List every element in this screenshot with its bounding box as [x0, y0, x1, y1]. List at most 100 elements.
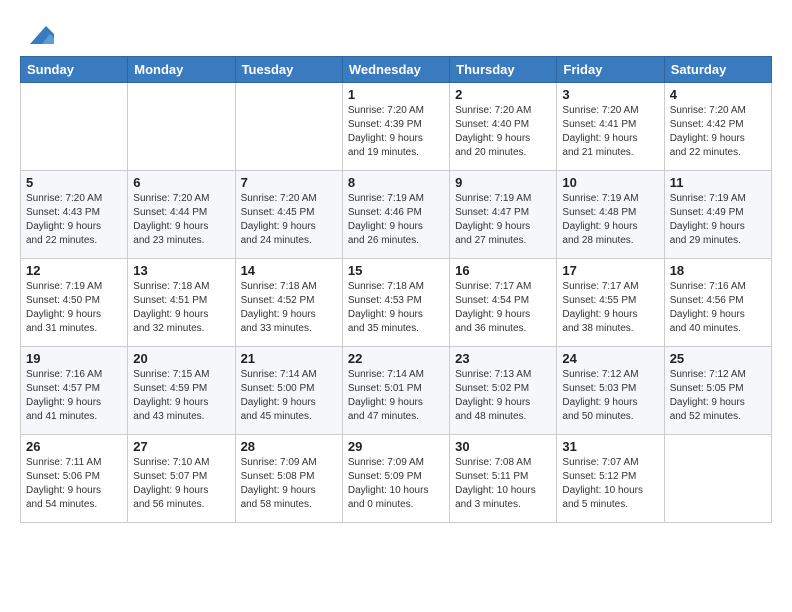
calendar-day-cell: 13 Sunrise: 7:18 AM Sunset: 4:51 PM Dayli…: [128, 259, 235, 347]
calendar-week-row: 1 Sunrise: 7:20 AM Sunset: 4:39 PM Daylig…: [21, 83, 772, 171]
day-info: Sunrise: 7:08 AM Sunset: 5:11 PM Dayligh…: [455, 456, 551, 512]
day-info: Sunrise: 7:20 AM Sunset: 4:45 PM Dayligh…: [241, 192, 337, 248]
day-info: Sunrise: 7:14 AM Sunset: 5:01 PM Dayligh…: [348, 368, 444, 424]
day-number: 22: [348, 351, 444, 366]
calendar-day-cell: 17Sunrise: 7:17 AM Sunset: 4:55 PM Dayli…: [557, 259, 664, 347]
day-number: 18: [670, 263, 766, 278]
day-number: 9: [455, 175, 551, 190]
day-info: Sunrise: 7:11 AM Sunset: 5:06 PM Dayligh…: [26, 456, 122, 512]
calendar-week-row: 26Sunrise: 7:11 AM Sunset: 5:06 PM Dayli…: [21, 435, 772, 523]
calendar-day-cell: 9 Sunrise: 7:19 AM Sunset: 4:47 PM Daylig…: [450, 171, 557, 259]
day-number: 20: [133, 351, 229, 366]
page: SundayMondayTuesdayWednesdayThursdayFrid…: [0, 0, 792, 539]
calendar-table: SundayMondayTuesdayWednesdayThursdayFrid…: [20, 56, 772, 523]
day-info: Sunrise: 7:20 AM Sunset: 4:39 PM Dayligh…: [348, 104, 444, 160]
calendar-day-cell: 22 Sunrise: 7:14 AM Sunset: 5:01 PM Dayli…: [342, 347, 449, 435]
day-info: Sunrise: 7:19 AM Sunset: 4:46 PM Dayligh…: [348, 192, 444, 248]
day-info: Sunrise: 7:17 AM Sunset: 4:54 PM Dayligh…: [455, 280, 551, 336]
day-info: Sunrise: 7:15 AM Sunset: 4:59 PM Dayligh…: [133, 368, 229, 424]
calendar-header-row: SundayMondayTuesdayWednesdayThursdayFrid…: [21, 57, 772, 83]
calendar-day-cell: 21 Sunrise: 7:14 AM Sunset: 5:00 PM Dayli…: [235, 347, 342, 435]
calendar-week-row: 19 Sunrise: 7:16 AM Sunset: 4:57 PM Dayli…: [21, 347, 772, 435]
day-number: 30: [455, 439, 551, 454]
day-info: Sunrise: 7:16 AM Sunset: 4:57 PM Dayligh…: [26, 368, 122, 424]
day-number: 7: [241, 175, 337, 190]
calendar-day-cell: 14 Sunrise: 7:18 AM Sunset: 4:52 PM Dayli…: [235, 259, 342, 347]
header: [20, 16, 772, 48]
day-number: 5: [26, 175, 122, 190]
calendar-day-cell: 30 Sunrise: 7:08 AM Sunset: 5:11 PM Dayli…: [450, 435, 557, 523]
day-number: 13: [133, 263, 229, 278]
calendar-day-cell: 31 Sunrise: 7:07 AM Sunset: 5:12 PM Dayli…: [557, 435, 664, 523]
day-number: 27: [133, 439, 229, 454]
calendar-day-cell: 26Sunrise: 7:11 AM Sunset: 5:06 PM Dayli…: [21, 435, 128, 523]
day-info: Sunrise: 7:20 AM Sunset: 4:44 PM Dayligh…: [133, 192, 229, 248]
day-info: Sunrise: 7:18 AM Sunset: 4:51 PM Dayligh…: [133, 280, 229, 336]
weekday-header: Sunday: [21, 57, 128, 83]
calendar-day-cell: 5 Sunrise: 7:20 AM Sunset: 4:43 PM Daylig…: [21, 171, 128, 259]
day-info: Sunrise: 7:20 AM Sunset: 4:41 PM Dayligh…: [562, 104, 658, 160]
day-number: 23: [455, 351, 551, 366]
day-info: Sunrise: 7:19 AM Sunset: 4:50 PM Dayligh…: [26, 280, 122, 336]
day-number: 28: [241, 439, 337, 454]
day-info: Sunrise: 7:18 AM Sunset: 4:52 PM Dayligh…: [241, 280, 337, 336]
day-number: 4: [670, 87, 766, 102]
calendar-day-cell: 20 Sunrise: 7:15 AM Sunset: 4:59 PM Dayli…: [128, 347, 235, 435]
calendar-day-cell: 11Sunrise: 7:19 AM Sunset: 4:49 PM Dayli…: [664, 171, 771, 259]
logo: [20, 16, 54, 48]
day-info: Sunrise: 7:13 AM Sunset: 5:02 PM Dayligh…: [455, 368, 551, 424]
calendar-day-cell: 12 Sunrise: 7:19 AM Sunset: 4:50 PM Dayli…: [21, 259, 128, 347]
weekday-header: Tuesday: [235, 57, 342, 83]
calendar-day-cell: 2 Sunrise: 7:20 AM Sunset: 4:40 PM Daylig…: [450, 83, 557, 171]
day-number: 11: [670, 175, 766, 190]
day-info: Sunrise: 7:10 AM Sunset: 5:07 PM Dayligh…: [133, 456, 229, 512]
calendar-day-cell: 28 Sunrise: 7:09 AM Sunset: 5:08 PM Dayli…: [235, 435, 342, 523]
day-number: 31: [562, 439, 658, 454]
calendar-day-cell: 29Sunrise: 7:09 AM Sunset: 5:09 PM Dayli…: [342, 435, 449, 523]
calendar-day-cell: [235, 83, 342, 171]
day-number: 1: [348, 87, 444, 102]
day-number: 17: [562, 263, 658, 278]
day-number: 19: [26, 351, 122, 366]
calendar-day-cell: 19 Sunrise: 7:16 AM Sunset: 4:57 PM Dayli…: [21, 347, 128, 435]
day-info: Sunrise: 7:19 AM Sunset: 4:47 PM Dayligh…: [455, 192, 551, 248]
calendar-day-cell: 10 Sunrise: 7:19 AM Sunset: 4:48 PM Dayli…: [557, 171, 664, 259]
day-number: 29: [348, 439, 444, 454]
day-number: 21: [241, 351, 337, 366]
calendar-day-cell: 3Sunrise: 7:20 AM Sunset: 4:41 PM Daylig…: [557, 83, 664, 171]
day-info: Sunrise: 7:07 AM Sunset: 5:12 PM Dayligh…: [562, 456, 658, 512]
day-info: Sunrise: 7:20 AM Sunset: 4:43 PM Dayligh…: [26, 192, 122, 248]
day-info: Sunrise: 7:12 AM Sunset: 5:05 PM Dayligh…: [670, 368, 766, 424]
day-number: 6: [133, 175, 229, 190]
calendar-day-cell: 6 Sunrise: 7:20 AM Sunset: 4:44 PM Daylig…: [128, 171, 235, 259]
calendar-day-cell: 8 Sunrise: 7:19 AM Sunset: 4:46 PM Daylig…: [342, 171, 449, 259]
day-info: Sunrise: 7:16 AM Sunset: 4:56 PM Dayligh…: [670, 280, 766, 336]
calendar-day-cell: 4 Sunrise: 7:20 AM Sunset: 4:42 PM Daylig…: [664, 83, 771, 171]
calendar-day-cell: 25Sunrise: 7:12 AM Sunset: 5:05 PM Dayli…: [664, 347, 771, 435]
logo-icon: [22, 16, 54, 48]
day-info: Sunrise: 7:19 AM Sunset: 4:48 PM Dayligh…: [562, 192, 658, 248]
calendar-day-cell: 27 Sunrise: 7:10 AM Sunset: 5:07 PM Dayli…: [128, 435, 235, 523]
day-info: Sunrise: 7:20 AM Sunset: 4:40 PM Dayligh…: [455, 104, 551, 160]
calendar-day-cell: 23 Sunrise: 7:13 AM Sunset: 5:02 PM Dayli…: [450, 347, 557, 435]
day-info: Sunrise: 7:20 AM Sunset: 4:42 PM Dayligh…: [670, 104, 766, 160]
weekday-header: Thursday: [450, 57, 557, 83]
day-number: 15: [348, 263, 444, 278]
day-number: 12: [26, 263, 122, 278]
weekday-header: Wednesday: [342, 57, 449, 83]
day-info: Sunrise: 7:09 AM Sunset: 5:08 PM Dayligh…: [241, 456, 337, 512]
calendar-day-cell: [128, 83, 235, 171]
day-number: 8: [348, 175, 444, 190]
calendar-day-cell: 1 Sunrise: 7:20 AM Sunset: 4:39 PM Daylig…: [342, 83, 449, 171]
weekday-header: Saturday: [664, 57, 771, 83]
day-number: 10: [562, 175, 658, 190]
weekday-header: Monday: [128, 57, 235, 83]
day-number: 2: [455, 87, 551, 102]
weekday-header: Friday: [557, 57, 664, 83]
day-number: 14: [241, 263, 337, 278]
day-info: Sunrise: 7:14 AM Sunset: 5:00 PM Dayligh…: [241, 368, 337, 424]
calendar-day-cell: [664, 435, 771, 523]
calendar-week-row: 5 Sunrise: 7:20 AM Sunset: 4:43 PM Daylig…: [21, 171, 772, 259]
calendar-day-cell: 16Sunrise: 7:17 AM Sunset: 4:54 PM Dayli…: [450, 259, 557, 347]
calendar-day-cell: 7 Sunrise: 7:20 AM Sunset: 4:45 PM Daylig…: [235, 171, 342, 259]
